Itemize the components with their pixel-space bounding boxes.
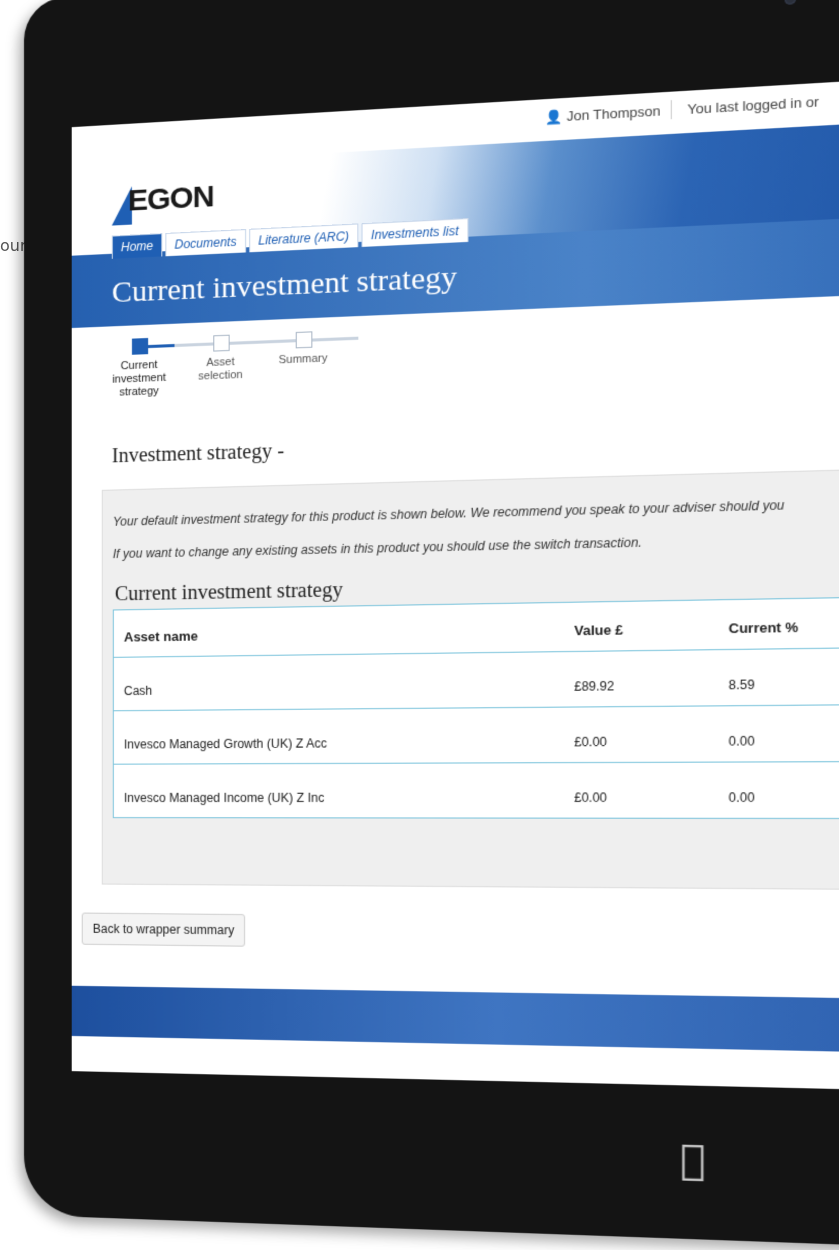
table-header-row: Asset name Value £ Current %: [113, 596, 839, 658]
step-2-marker: [213, 334, 230, 352]
user-name[interactable]: Jon Thompson: [567, 103, 661, 124]
table-row: Cash £89.92 8.59: [113, 647, 839, 712]
header-value: Value £: [574, 621, 624, 639]
apple-logo-icon: : [673, 1136, 713, 1183]
step-3-label: Summary: [278, 352, 328, 367]
tab-home[interactable]: Home: [111, 233, 163, 259]
progress-stepper: Current investment strategy Asset select…: [112, 324, 422, 427]
screen: 👤 Jon Thompson You last logged in or EGO…: [71, 74, 839, 1092]
step-2-label: Asset selection: [198, 355, 243, 383]
asset-name: Invesco Managed Growth (UK) Z Acc: [123, 736, 328, 752]
tab-literature[interactable]: Literature (ARC): [248, 223, 359, 253]
info-text-2: If you want to change any existing asset…: [112, 535, 643, 562]
user-icon: 👤: [544, 108, 563, 126]
tablet-device: 👤 Jon Thompson You last logged in or EGO…: [24, 0, 839, 1250]
asset-pct: 0.00: [728, 733, 755, 749]
back-to-wrapper-summary-button[interactable]: Back to wrapper summary: [81, 912, 246, 947]
header-current-pct: Current %: [728, 619, 799, 637]
logo-text: EGON: [127, 179, 214, 218]
step-1-label: Current investment strategy: [112, 358, 166, 399]
asset-name: Invesco Managed Income (UK) Z Inc: [123, 790, 325, 806]
last-login-text: You last logged in or: [687, 93, 819, 118]
section-title: Investment strategy -: [111, 439, 285, 468]
step-1-marker: [131, 337, 149, 355]
asset-value: £0.00: [574, 734, 607, 750]
footer-banner: [71, 985, 839, 1054]
table-row: Invesco Managed Growth (UK) Z Acc £0.00 …: [113, 704, 839, 765]
asset-pct: 0.00: [728, 790, 755, 806]
asset-value: £0.00: [574, 790, 607, 806]
tab-documents[interactable]: Documents: [165, 229, 246, 257]
table-row: Invesco Managed Income (UK) Z Inc £0.00 …: [114, 762, 839, 818]
camera-icon: [784, 0, 796, 5]
header-asset-name: Asset name: [123, 628, 198, 645]
step-3-marker: [295, 331, 313, 349]
asset-pct: 8.59: [728, 677, 755, 693]
side-caption-fragment: our: [0, 236, 27, 255]
aegon-logo[interactable]: EGON: [111, 175, 234, 232]
divider: [670, 100, 672, 120]
asset-name: Cash: [123, 683, 153, 699]
table-title: Current investment strategy: [114, 578, 343, 606]
info-text-1: Your default investment strategy for thi…: [112, 497, 785, 529]
tab-investments-list[interactable]: Investments list: [361, 217, 469, 247]
investment-table: Asset name Value £ Current % Cash £89.92…: [112, 595, 839, 820]
info-panel: Your default investment strategy for thi…: [101, 466, 839, 891]
asset-value: £89.92: [574, 678, 615, 694]
